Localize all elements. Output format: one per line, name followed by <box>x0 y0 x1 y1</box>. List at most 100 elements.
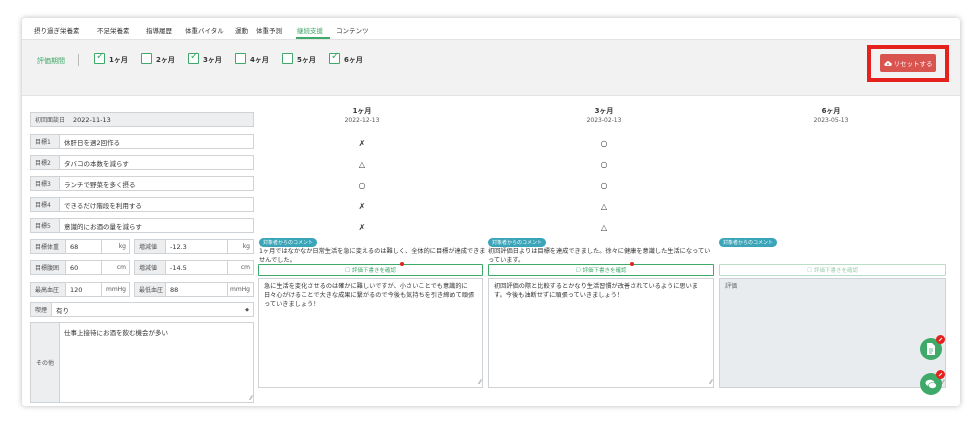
check-icon: ✓ <box>96 51 105 62</box>
checkbox-4-month-label: 4ヶ月 <box>250 56 269 64</box>
eval-mark: △ <box>600 202 608 211</box>
chat-icon <box>925 379 937 389</box>
checkbox-3-month[interactable]: ✓ <box>188 51 199 64</box>
app-frame: 摂り過ぎ栄養素 不足栄養素 指導履歴 体重バイタル 運動 体重予測 継続支援 コ… <box>22 18 960 406</box>
checkbox-1-month[interactable]: ✓ <box>94 51 105 64</box>
other-textarea[interactable]: 仕事上接待にお酒を飲む機会が多い ⁄⁄ <box>60 322 254 403</box>
pencil-icon <box>936 335 945 344</box>
checkbox-1-month-label: 1ヶ月 <box>109 56 128 64</box>
goal-input-4[interactable]: できるだけ階段を利用する <box>60 197 254 212</box>
eval-mark: ○ <box>600 139 608 148</box>
eval-draft-label: 評価下書きを確認 <box>813 268 858 274</box>
checkbox-5-month[interactable] <box>282 53 293 64</box>
unit-label: kg <box>102 239 130 254</box>
resize-grip-icon: ⁄⁄ <box>709 379 712 386</box>
checkbox-2-month[interactable] <box>141 53 152 64</box>
goal-row-5: 目標5 意識的にお酒の量を減らす <box>30 218 254 233</box>
checkbox-6-month-label: 6ヶ月 <box>344 56 363 64</box>
unit-label: cm <box>228 260 254 275</box>
goal-label: 目標2 <box>30 155 60 170</box>
eval-text: 初回評価の際と比較するとかなり生活習慣が改善されているように思います。今後も油断… <box>494 283 698 299</box>
goal-input-2[interactable]: タバコの本数を減らす <box>60 155 254 170</box>
column-month: 3ヶ月 <box>594 107 614 115</box>
metric-row-weight: 目標体重 68 kg 増減値 -12.3 kg <box>30 239 254 254</box>
unit-label: kg <box>228 239 254 254</box>
eval-text: 急に生活を変化させるのは確かに難しいですが、小さいことでも意識的に日々心がけるこ… <box>264 283 475 308</box>
chat-fab[interactable] <box>920 370 945 395</box>
eval-draft-button-6[interactable]: ▢ 評価下書きを確認 <box>719 264 946 276</box>
diastolic-input[interactable]: 88 <box>166 282 228 297</box>
smoking-row: 喫煙 有り ◆ <box>30 302 254 317</box>
metric-label: 目標体重 <box>30 239 66 254</box>
eval-textarea-1[interactable]: 急に生活を変化させるのは確かに難しいですが、小さいことでも意識的に日々心がけるこ… <box>258 278 483 388</box>
eval-draft-button-1[interactable]: ▢ 評価下書きを確認 <box>258 264 483 276</box>
tab-contents[interactable]: コンテンツ <box>336 25 369 35</box>
eval-draft-button-3[interactable]: ▢ 評価下書きを確認 <box>488 264 714 276</box>
target-waist-input[interactable]: 60 <box>66 260 102 275</box>
goal-row-1: 目標1 休肝日を週2回作る <box>30 134 254 149</box>
document-fab[interactable] <box>920 335 945 360</box>
other-row: その他 仕事上接待にお酒を飲む機会が多い ⁄⁄ <box>30 322 254 403</box>
checkbox-2-month-label: 2ヶ月 <box>156 56 175 64</box>
goal-label: 目標1 <box>30 134 60 149</box>
comment-tag: 対象者からのコメント <box>488 238 547 247</box>
waist-change-input[interactable]: -14.5 <box>166 260 228 275</box>
unread-dot <box>630 262 634 266</box>
tab-bar: 摂り過ぎ栄養素 不足栄養素 指導履歴 体重バイタル 運動 体重予測 継続支援 コ… <box>22 18 960 40</box>
participant-comment: 初回評価日よりは目標を達成できました。徐々に健康を意識した生活になっていっていま… <box>488 248 711 264</box>
column-date: 2023-02-13 <box>586 117 622 124</box>
metric-label: 増減値 <box>134 239 166 254</box>
reset-button-label: リセットする <box>893 60 933 68</box>
tab-guidance-history[interactable]: 指導履歴 <box>146 25 172 35</box>
checkbox-3-month-label: 3ヶ月 <box>203 56 222 64</box>
participant-comment: 1ヶ月ではなかなか日常生活を急に変えるのは難しく、全体的に目標が達成できませんで… <box>259 248 486 264</box>
divider <box>78 54 79 66</box>
checkbox-4-month[interactable] <box>235 53 246 64</box>
goal-label: 目標4 <box>30 197 60 212</box>
metric-label: 最高血圧 <box>30 282 66 297</box>
chevron-down-icon: ◆ <box>245 306 249 313</box>
eval-draft-label: 評価下書きを確認 <box>351 268 396 274</box>
metric-label: 最低血圧 <box>134 282 166 297</box>
eval-textarea-6: 評価 ⁄⁄ <box>719 278 946 388</box>
column-header-1-month: 1ヶ月 2022-12-13 <box>277 106 447 124</box>
checkbox-6-month[interactable]: ✓ <box>329 51 340 64</box>
goal-row-2: 目標2 タバコの本数を減らす <box>30 155 254 170</box>
eval-mark: ○ <box>600 181 608 190</box>
eval-draft-label: 評価下書きを確認 <box>582 268 627 274</box>
document-icon <box>927 343 935 355</box>
smoking-select[interactable]: 有り ◆ <box>52 302 254 317</box>
pencil-icon <box>936 370 945 379</box>
column-header-6-month: 6ヶ月 2023-05-13 <box>746 106 916 124</box>
target-weight-input[interactable]: 68 <box>66 239 102 254</box>
smoking-value: 有り <box>56 306 69 315</box>
eval-mark: ○ <box>358 181 366 190</box>
goal-input-1[interactable]: 休肝日を週2回作る <box>60 134 254 149</box>
eval-mark: ✗ <box>358 223 366 232</box>
systolic-input[interactable]: 120 <box>66 282 102 297</box>
tab-weight-forecast[interactable]: 体重予測 <box>256 25 282 35</box>
eval-mark: △ <box>358 160 366 169</box>
eval-textarea-3[interactable]: 初回評価の際と比較するとかなり生活習慣が改善されているように思います。今後も油断… <box>488 278 714 388</box>
smoking-label: 喫煙 <box>30 302 52 317</box>
eval-mark: ○ <box>600 160 608 169</box>
tab-continuous-support[interactable]: 継続支援 <box>297 25 323 35</box>
tab-excess-nutrients[interactable]: 摂り過ぎ栄養素 <box>34 25 80 35</box>
period-filter-bar: 評価期間 ✓ 1ヶ月 2ヶ月 ✓ 3ヶ月 4ヶ月 5ヶ月 ✓ 6ヶ月 <box>22 40 960 96</box>
weight-change-input[interactable]: -12.3 <box>166 239 228 254</box>
tab-lacking-nutrients[interactable]: 不足栄養素 <box>97 25 130 35</box>
eval-mark: ✗ <box>358 202 366 211</box>
unit-label: mmHg <box>102 282 130 297</box>
tab-exercise[interactable]: 運動 <box>235 25 248 35</box>
column-date: 2023-05-13 <box>813 117 849 124</box>
goal-input-3[interactable]: ランチで野菜を多く摂る <box>60 176 254 191</box>
other-value: 仕事上接待にお酒を飲む機会が多い <box>64 329 168 337</box>
reset-button[interactable]: リセットする <box>880 54 936 72</box>
eval-text: 評価 <box>725 283 738 290</box>
goal-row-3: 目標3 ランチで野菜を多く摂る <box>30 176 254 191</box>
goal-input-5[interactable]: 意識的にお酒の量を減らす <box>60 218 254 233</box>
tab-weight-vitals[interactable]: 体重バイタル <box>185 25 224 35</box>
first-interview-row: 初回面談日 2022-11-13 <box>30 112 254 127</box>
cloud-upload-icon <box>883 60 892 66</box>
metric-row-blood-pressure: 最高血圧 120 mmHg 最低血圧 88 mmHg <box>30 282 254 297</box>
